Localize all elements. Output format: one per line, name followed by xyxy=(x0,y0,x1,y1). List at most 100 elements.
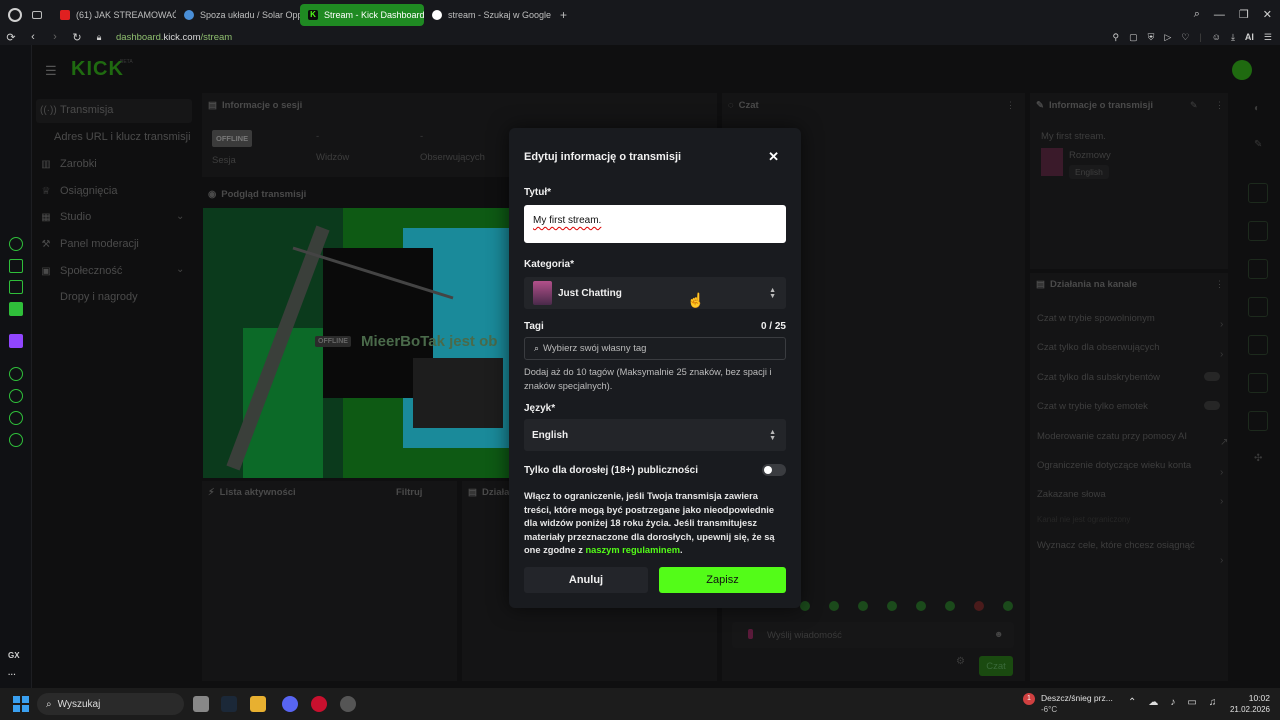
pencil-icon[interactable]: ✎ xyxy=(1254,139,1262,150)
tool-button[interactable] xyxy=(1248,335,1268,355)
snapshot-icon[interactable]: ▢ xyxy=(1129,32,1138,43)
more-options-icon[interactable]: ⋮ xyxy=(1006,100,1015,111)
nav-item-stream-key[interactable]: Adres URL i klucz transmisji xyxy=(54,131,191,143)
clock-time[interactable]: 10:02 xyxy=(1228,693,1270,703)
emote-icon[interactable] xyxy=(800,601,810,611)
nav-item-zarobki[interactable]: ▥ Zarobki xyxy=(40,158,96,170)
tab-strip-icon[interactable] xyxy=(32,4,46,26)
nav-item-dropy[interactable]: Dropy i nagrody xyxy=(40,291,138,303)
info-icon[interactable]: ◐ xyxy=(1254,103,1260,114)
steam-icon[interactable] xyxy=(221,696,237,712)
settings-icon[interactable] xyxy=(9,433,23,447)
tool-button[interactable] xyxy=(1248,259,1268,279)
tab-google[interactable]: stream - Szukaj w Google xyxy=(424,4,552,26)
windows-start-icon[interactable] xyxy=(13,696,29,712)
toggle-subscribers[interactable] xyxy=(1204,372,1220,381)
tab-youtube[interactable]: (61) JAK STREAMOWAĆ N xyxy=(52,4,176,26)
tool-button[interactable] xyxy=(1248,411,1268,431)
cancel-button[interactable]: Anuluj xyxy=(524,567,648,593)
nav-item-studio[interactable]: ▦ Studio xyxy=(40,211,91,223)
nav-item-spolecznosc[interactable]: ▣ Społeczność xyxy=(40,265,122,277)
download-icon[interactable]: ⤓ xyxy=(1231,32,1235,43)
profile-icon[interactable]: ☺ xyxy=(1212,32,1221,42)
kick-logo[interactable]: KICK xyxy=(71,58,124,81)
pin-icon[interactable]: ⚲ xyxy=(1113,32,1120,43)
history-icon[interactable] xyxy=(9,389,23,403)
twitch-icon[interactable] xyxy=(9,334,23,348)
menu-icon[interactable]: ☰ xyxy=(1264,32,1272,43)
cloud-icon[interactable]: ☁ xyxy=(1148,697,1158,708)
tags-input[interactable]: ⌕ Wybierz swój własny tag xyxy=(524,337,786,360)
obs-icon[interactable] xyxy=(340,696,356,712)
network-icon[interactable]: ▭ xyxy=(1187,697,1196,708)
tool-button[interactable] xyxy=(1248,183,1268,203)
title-input[interactable]: My first stream. xyxy=(524,205,786,243)
gx-corner-icon[interactable] xyxy=(9,237,23,251)
gx-label[interactable]: GX xyxy=(8,651,20,660)
chevron-down-icon[interactable]: ⌄ xyxy=(176,211,184,222)
language-select[interactable]: English ▲ ▼ xyxy=(524,419,786,451)
chevron-up-icon[interactable]: ⌃ xyxy=(1128,697,1136,708)
microphone-icon[interactable]: ♪ xyxy=(1170,697,1175,708)
emote-icon[interactable] xyxy=(858,601,868,611)
channel-action-item[interactable]: Wyznacz cele, które chcesz osiągnąć xyxy=(1037,540,1195,551)
play-icon[interactable]: ▷ xyxy=(1164,32,1171,43)
more-options-icon[interactable]: ⋮ xyxy=(1215,279,1224,290)
channel-action-item[interactable]: Czat w trybie tylko emotek xyxy=(1037,401,1148,412)
emote-icon[interactable] xyxy=(945,601,955,611)
chevron-down-icon[interactable]: ⌄ xyxy=(176,264,184,275)
nav-item-panel-moderacji[interactable]: ⚒ Panel moderacji xyxy=(40,238,139,250)
channel-action-item[interactable]: Czat tylko dla obserwujących xyxy=(1037,342,1160,353)
nav-item-transmisja[interactable]: ((·)) Transmisja xyxy=(40,104,113,116)
avatar[interactable] xyxy=(1232,60,1252,80)
taskbar-search[interactable]: ⌕ Wyszukaj xyxy=(37,693,184,715)
emote-icon[interactable] xyxy=(974,601,984,611)
opera-gx-logo-icon[interactable] xyxy=(0,0,30,29)
edit-icon[interactable]: ✎ xyxy=(1190,100,1198,111)
gx-player-icon[interactable] xyxy=(9,367,23,381)
forward-icon[interactable]: › xyxy=(44,31,66,43)
gx-m-icon[interactable] xyxy=(9,302,23,316)
toggle-emotes[interactable] xyxy=(1204,401,1220,410)
filter-button[interactable]: Filtruj xyxy=(396,487,422,498)
heart-icon[interactable]: ♡ xyxy=(1181,32,1189,43)
file-explorer-icon[interactable] xyxy=(250,696,266,712)
channel-action-item[interactable]: Czat w trybie spowolnionym xyxy=(1037,313,1155,324)
tool-button[interactable] xyxy=(1248,221,1268,241)
search-icon[interactable]: ⌕ xyxy=(1194,8,1200,21)
tool-button[interactable] xyxy=(1248,297,1268,317)
weather-title[interactable]: Deszcz/śnieg prz... xyxy=(1041,693,1113,703)
channel-action-item[interactable]: Ograniczenie dotyczące wieku konta xyxy=(1037,460,1191,471)
channel-action-item[interactable]: Moderowanie czatu przy pomocy AI xyxy=(1037,431,1187,442)
sidebar-toggle-icon[interactable]: ⟳ xyxy=(0,31,22,44)
channel-action-item[interactable]: Czat tylko dla subskrybentów xyxy=(1037,372,1160,383)
chat-input[interactable]: Wyślij wiadomość ☻ xyxy=(732,622,1014,648)
emote-icon[interactable] xyxy=(916,601,926,611)
back-icon[interactable]: ‹ xyxy=(22,31,44,43)
shield-icon[interactable]: ⛨ xyxy=(1148,32,1155,43)
nav-item-osiagniecia[interactable]: ♕ Osiągnięcia xyxy=(40,185,118,197)
reload-icon[interactable]: ↻ xyxy=(66,31,88,44)
tab-kick-dashboard[interactable]: K Stream - Kick Dashboard xyxy=(300,3,424,26)
emote-icon[interactable] xyxy=(887,601,897,611)
palette-icon[interactable]: ✣ xyxy=(1254,453,1262,464)
chat-settings-icon[interactable]: ⚙ xyxy=(956,656,965,667)
chat-send-button[interactable]: Czat xyxy=(979,656,1013,676)
volume-icon[interactable]: ♫ xyxy=(1209,697,1217,708)
extensions-icon[interactable] xyxy=(9,411,23,425)
adult-content-toggle[interactable] xyxy=(762,464,786,476)
terms-link[interactable]: naszym regulaminem xyxy=(585,545,680,555)
save-button[interactable]: Zapisz xyxy=(659,567,786,593)
task-view-icon[interactable] xyxy=(193,696,209,712)
gx-store-icon[interactable] xyxy=(9,259,23,273)
ai-button[interactable]: AI xyxy=(1245,32,1254,42)
channel-action-item[interactable]: Zakazane słowa xyxy=(1037,489,1106,500)
maximize-icon[interactable]: ❐ xyxy=(1239,8,1249,21)
tab-solar[interactable]: Spoza układu / Solar Opp xyxy=(176,4,300,26)
opera-gx-icon[interactable] xyxy=(311,696,327,712)
emoji-icon[interactable]: ☻ xyxy=(994,629,1003,639)
emote-icon[interactable] xyxy=(1003,601,1013,611)
hamburger-menu-icon[interactable]: ☰ xyxy=(45,63,57,79)
close-window-icon[interactable]: ✕ xyxy=(1263,8,1272,21)
more-icon[interactable]: ··· xyxy=(8,670,16,679)
